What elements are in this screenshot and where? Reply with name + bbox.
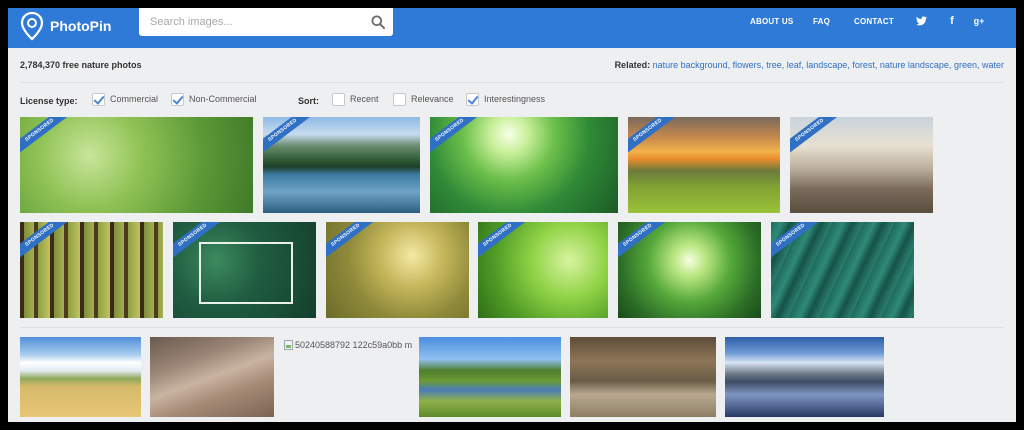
option-label: Recent — [350, 94, 379, 104]
option-label: Interestingness — [484, 94, 546, 104]
related-link[interactable]: nature background — [653, 60, 728, 70]
twitter-icon[interactable] — [914, 14, 928, 28]
related-link[interactable]: forest — [852, 60, 875, 70]
checkbox[interactable] — [332, 92, 345, 106]
brand-name: PhotoPin — [50, 18, 112, 34]
broken-image[interactable]: 50240588792 122c59a0bb m — [284, 340, 412, 350]
photo[interactable] — [20, 337, 141, 417]
sort-option-recent[interactable]: Recent — [332, 92, 379, 106]
map-pin-logo-icon — [20, 11, 44, 41]
facebook-icon[interactable]: f — [945, 14, 959, 28]
related-link[interactable]: water — [982, 60, 1004, 70]
related-link[interactable]: nature landscape — [880, 60, 949, 70]
sort-option-relevance[interactable]: Relevance — [393, 92, 454, 106]
sponsored-ribbon: SPONSORED — [628, 117, 689, 163]
sponsored-ribbon: SPONSORED — [430, 117, 491, 163]
sponsored-photo[interactable]: SPONSORED — [771, 222, 914, 318]
broken-image-icon — [284, 340, 293, 350]
related-link[interactable]: leaf — [787, 60, 802, 70]
search-box — [139, 8, 393, 36]
sponsored-ribbon: SPONSORED — [790, 117, 851, 163]
checkbox[interactable] — [466, 92, 479, 106]
search-input[interactable] — [139, 8, 359, 36]
sponsored-ribbon: SPONSORED — [478, 222, 539, 268]
sponsored-photo[interactable]: SPONSORED — [790, 117, 933, 213]
related-link[interactable]: green — [954, 60, 977, 70]
sponsored-ribbon: SPONSORED — [618, 222, 679, 268]
related-link[interactable]: tree — [766, 60, 782, 70]
related-label: Related: — [614, 60, 651, 70]
option-label: Commercial — [110, 94, 159, 104]
page: PhotoPin ABOUT US FAQ CONTACT f g+ 2,784… — [8, 8, 1016, 422]
photo[interactable] — [570, 337, 716, 417]
sponsored-ribbon: SPONSORED — [263, 117, 324, 163]
results-count: 2,784,370 free nature photos — [20, 60, 142, 70]
sort-label: Sort: — [298, 96, 319, 106]
sponsored-photo[interactable]: SPONSORED — [173, 222, 316, 318]
checkbox[interactable] — [393, 92, 406, 106]
sponsored-ribbon: SPONSORED — [20, 117, 81, 163]
checkbox[interactable] — [92, 92, 105, 106]
nav-about-us[interactable]: ABOUT US — [750, 17, 793, 26]
related-link[interactable]: landscape — [806, 60, 847, 70]
nav-faq[interactable]: FAQ — [813, 17, 830, 26]
sponsored-photo[interactable]: SPONSORED — [326, 222, 469, 318]
sponsored-ribbon: SPONSORED — [771, 222, 832, 268]
related-links: nature background, flowers, tree, leaf, … — [653, 60, 1004, 70]
google-plus-icon[interactable]: g+ — [972, 14, 986, 28]
divider — [20, 327, 1004, 328]
sponsored-photo[interactable]: SPONSORED — [628, 117, 780, 213]
nav-contact[interactable]: CONTACT — [854, 17, 894, 26]
license-option-non-commercial[interactable]: Non-Commercial — [171, 92, 257, 106]
sponsored-photo[interactable]: SPONSORED — [20, 222, 163, 318]
sponsored-ribbon: SPONSORED — [326, 222, 387, 268]
license-option-commercial[interactable]: Commercial — [92, 92, 158, 106]
option-label: Relevance — [411, 94, 454, 104]
search-icon[interactable] — [371, 15, 385, 29]
broken-image-alt-text: 50240588792 122c59a0bb m — [295, 340, 413, 350]
divider — [20, 82, 1004, 83]
license-type-label: License type: — [20, 96, 78, 106]
sort-option-interestingness[interactable]: Interestingness — [466, 92, 545, 106]
option-label: Non-Commercial — [189, 94, 257, 104]
checkbox[interactable] — [171, 92, 184, 106]
sponsored-photo[interactable]: SPONSORED — [430, 117, 618, 213]
header-bar: PhotoPin ABOUT US FAQ CONTACT f g+ — [8, 8, 1016, 48]
photo[interactable] — [150, 337, 274, 417]
sponsored-photo[interactable]: SPONSORED — [20, 117, 253, 213]
sponsored-photo[interactable]: SPONSORED — [618, 222, 761, 318]
sponsored-ribbon: SPONSORED — [20, 222, 81, 268]
photo[interactable] — [419, 337, 561, 417]
sponsored-photo[interactable]: SPONSORED — [263, 117, 420, 213]
related-link[interactable]: flowers — [733, 60, 762, 70]
frame-overlay — [199, 242, 293, 304]
logo[interactable]: PhotoPin — [20, 11, 111, 41]
photo[interactable] — [725, 337, 884, 417]
related-searches: Related: nature background, flowers, tre… — [615, 60, 1004, 70]
sponsored-photo[interactable]: SPONSORED — [478, 222, 608, 318]
